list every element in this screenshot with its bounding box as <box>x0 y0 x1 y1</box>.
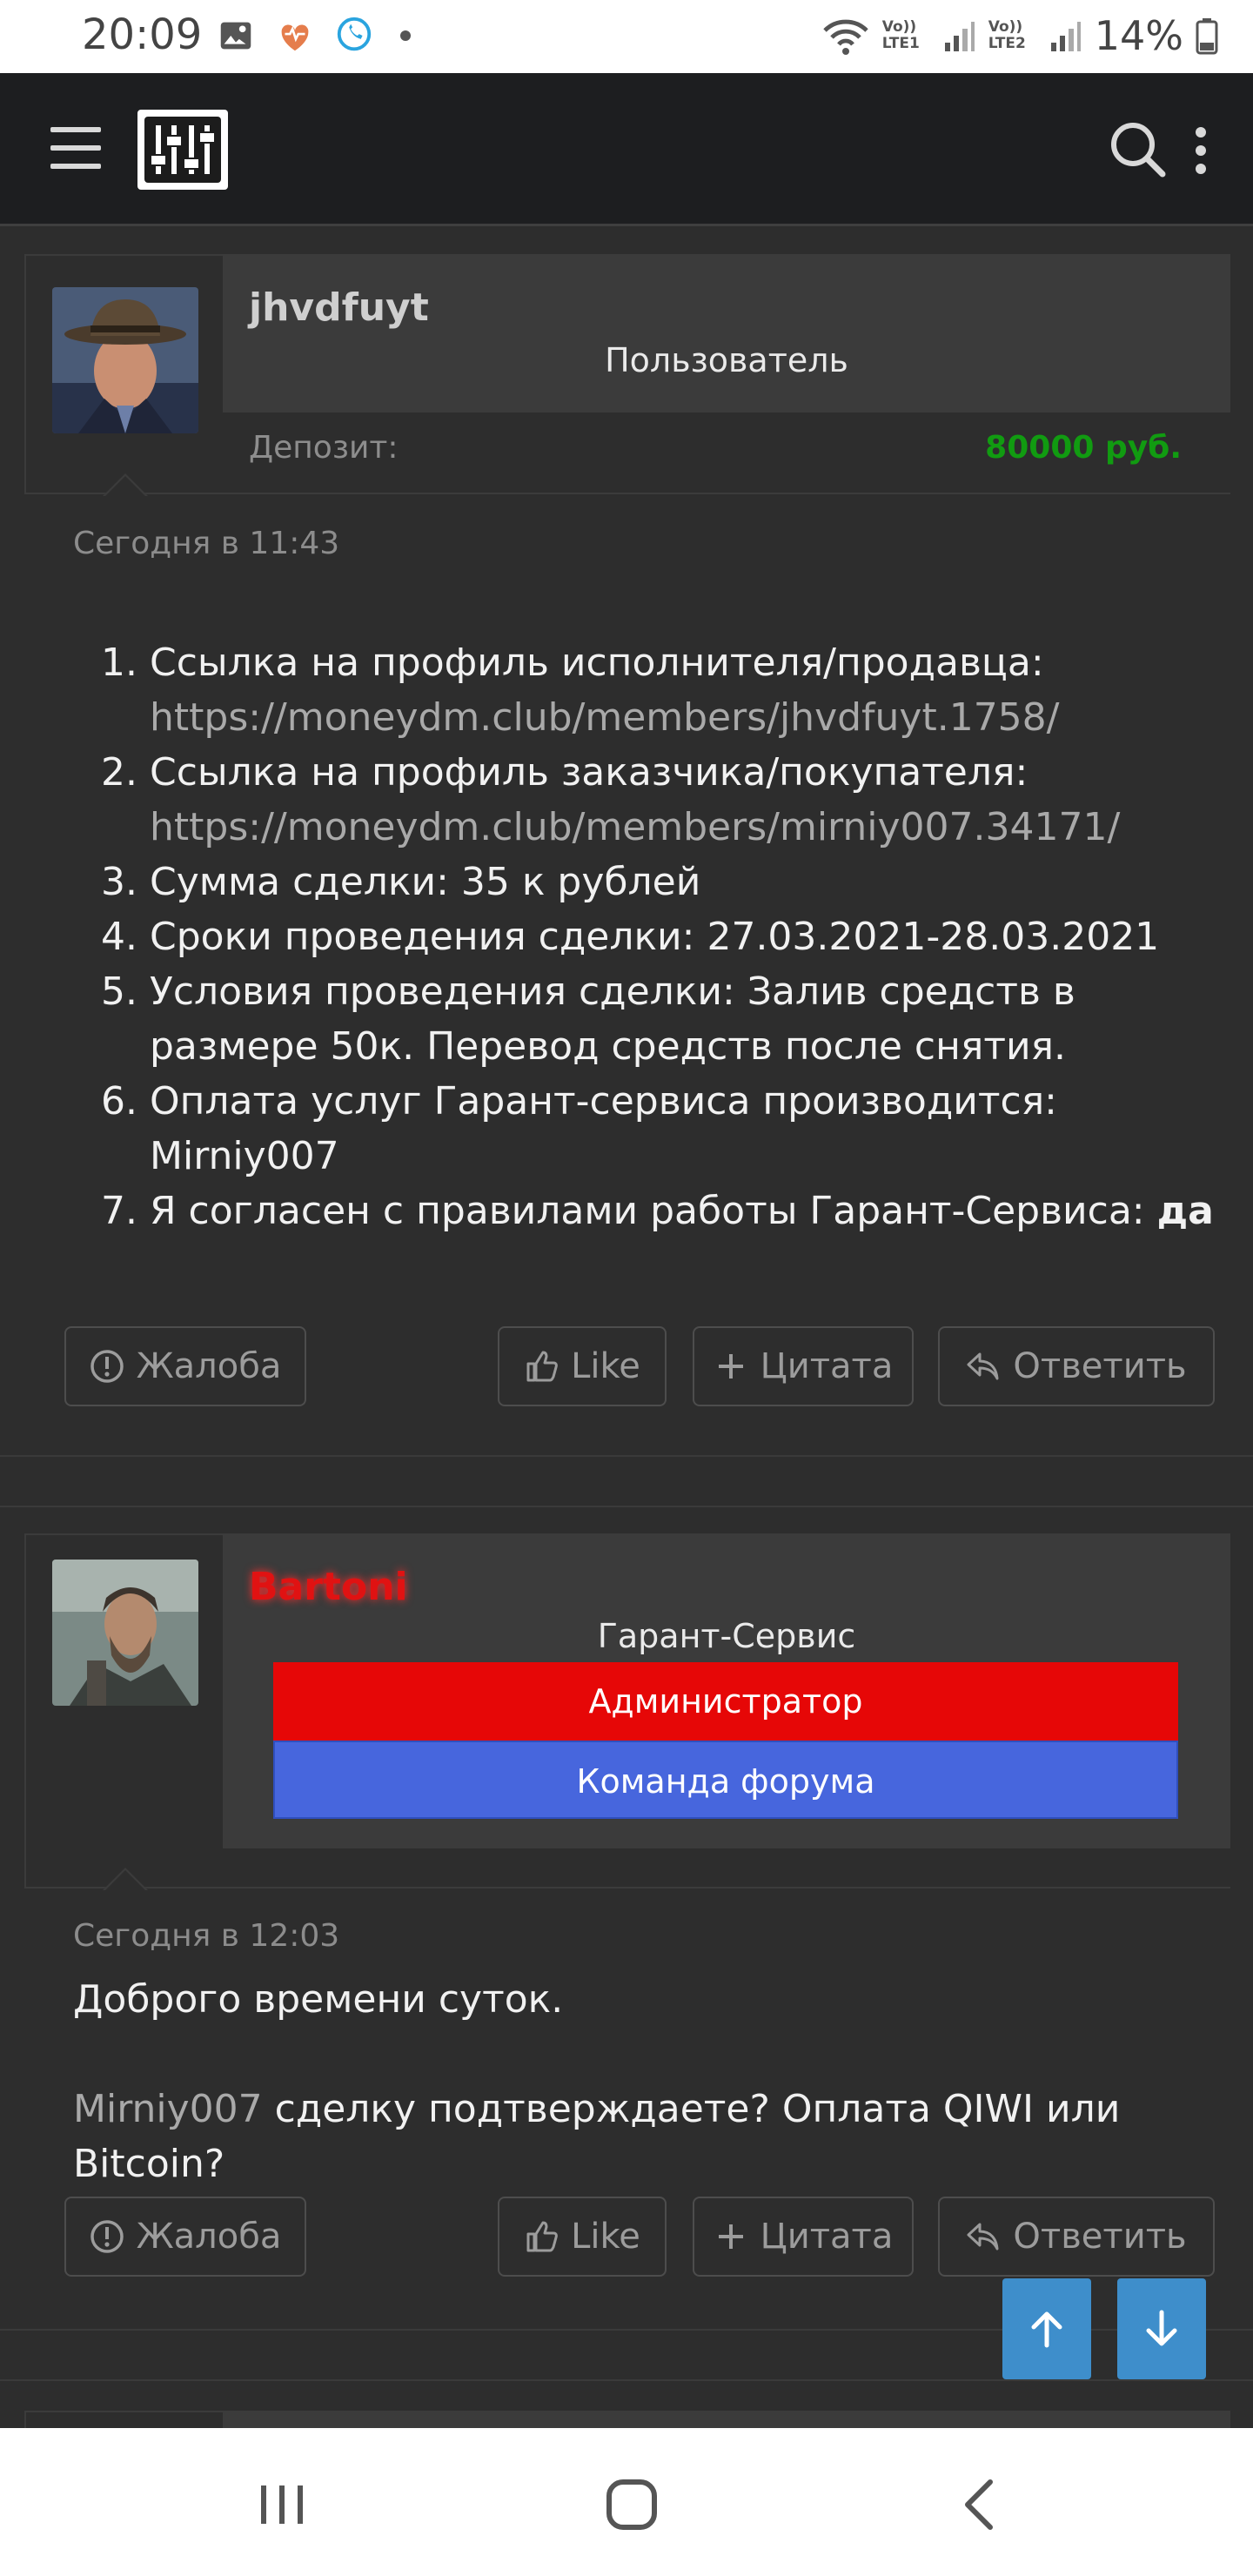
avatar[interactable] <box>52 1560 198 1706</box>
post-actions: Жалоба Like Цитата Ответить <box>0 1326 1253 1406</box>
plus-icon <box>718 1354 743 1379</box>
report-button[interactable]: Жалоба <box>64 2197 306 2277</box>
reply-button[interactable]: Ответить <box>938 2197 1215 2277</box>
user-card: Bartoni Гарант-Сервис Администратор Кома… <box>223 1535 1230 1848</box>
viber-icon <box>337 17 372 51</box>
user-card: jhvdfuyt Пользователь <box>223 256 1230 413</box>
scroll-up-button[interactable] <box>1002 2278 1091 2379</box>
next-post-preview <box>24 2411 1230 2430</box>
mixer-sliders-icon <box>144 117 221 183</box>
sim2-label: Vo)) LTE2 <box>988 18 1026 52</box>
list-item: Я согласен с правилами работы Гарант-Сер… <box>150 1184 1218 1238</box>
avatar[interactable] <box>52 287 198 433</box>
post-user-info: Bartoni Гарант-Сервис Администратор Кома… <box>24 1533 1230 1888</box>
username[interactable]: Bartoni <box>249 1565 408 1609</box>
post-body: Доброго времени суток. Mirniy007 сделку … <box>73 1972 1218 2191</box>
app-header <box>0 73 1253 226</box>
deposit-label: Депозит: <box>249 430 399 466</box>
plus-icon <box>718 2224 743 2249</box>
post-body: Ссылка на профиль исполнителя/продавца:h… <box>73 635 1218 1238</box>
list-item: Ссылка на профиль исполнителя/продавца:h… <box>150 635 1218 745</box>
battery-percent: 14% <box>1094 12 1183 59</box>
reply-button[interactable]: Ответить <box>938 1326 1215 1406</box>
user-title: Пользователь <box>605 341 848 379</box>
quote-button[interactable]: Цитата <box>693 1326 914 1406</box>
vertical-dots-icon[interactable] <box>1189 122 1213 178</box>
profile-link[interactable]: https://moneydm.club/members/jhvdfuyt.17… <box>150 695 1060 740</box>
gallery-icon <box>220 22 251 50</box>
thumbs-up-icon <box>526 1351 558 1382</box>
arrow-down-icon <box>1146 2310 1177 2346</box>
post-actions: Жалоба Like Цитата Ответить <box>0 2197 1253 2277</box>
report-button[interactable]: Жалоба <box>64 1326 306 1406</box>
post-arrow-notch <box>103 1868 148 1891</box>
battery-icon <box>1196 18 1218 55</box>
site-logo[interactable] <box>137 110 228 190</box>
scroll-down-button[interactable] <box>1117 2278 1206 2379</box>
thumbs-up-icon <box>526 2221 558 2252</box>
post-date[interactable]: Сегодня в 12:03 <box>73 1918 339 1954</box>
sim1-label: Vo)) LTE1 <box>881 18 920 52</box>
list-item: Условия проведения сделки: Залив средств… <box>150 964 1218 1074</box>
team-banner: Команда форума <box>273 1741 1178 1819</box>
reply-arrow-icon <box>967 1352 999 1380</box>
recent-apps-icon[interactable] <box>247 2470 317 2539</box>
health-heart-icon <box>281 24 309 51</box>
notification-dot <box>400 30 411 41</box>
system-nav-bar <box>0 2428 1253 2576</box>
post-separator <box>0 1455 1253 1507</box>
user-mention[interactable]: Mirniy007 <box>73 2087 263 2131</box>
list-item: Сроки проведения сделки: 27.03.2021-28.0… <box>150 909 1218 964</box>
post-arrow-notch <box>103 473 148 497</box>
exclamation-circle-icon <box>90 2220 124 2253</box>
post: Bartoni Гарант-Сервис Администратор Кома… <box>0 1507 1253 2325</box>
status-time: 20:09 <box>82 10 203 59</box>
signal-icon <box>1050 22 1081 51</box>
deposit-value: 80000 руб. <box>985 430 1182 466</box>
post: jhvdfuyt Пользователь Депозит: 80000 руб… <box>0 228 1253 1455</box>
home-icon[interactable] <box>597 2470 667 2539</box>
reply-arrow-icon <box>967 2223 999 2251</box>
arrow-up-icon <box>1031 2311 1062 2348</box>
user-title: Гарант-Сервис <box>597 1617 856 1655</box>
search-icon[interactable] <box>1107 118 1168 179</box>
wifi-icon <box>823 19 868 55</box>
post-date[interactable]: Сегодня в 11:43 <box>73 526 339 561</box>
post-text-line: Доброго времени суток. <box>73 1977 564 2022</box>
deal-list: Ссылка на профиль исполнителя/продавца:h… <box>73 635 1218 1238</box>
signal-icon <box>944 22 975 51</box>
hamburger-icon[interactable] <box>50 127 101 169</box>
agreement-answer: да <box>1156 1189 1214 1233</box>
status-bar: 20:09 Vo)) LTE1 Vo)) LTE2 14% <box>0 0 1253 73</box>
quote-button[interactable]: Цитата <box>693 2197 914 2277</box>
like-button[interactable]: Like <box>498 1326 667 1406</box>
post-text-line: Mirniy007 сделку подтверждаете? Оплата Q… <box>73 2087 1121 2186</box>
post-user-info: jhvdfuyt Пользователь Депозит: 80000 руб… <box>24 254 1230 494</box>
back-icon[interactable] <box>947 2470 1016 2539</box>
profile-link[interactable]: https://moneydm.club/members/mirniy007.3… <box>150 805 1120 849</box>
exclamation-circle-icon <box>90 1350 124 1383</box>
list-item: Ссылка на профиль заказчика/покупателя:h… <box>150 745 1218 855</box>
like-button[interactable]: Like <box>498 2197 667 2277</box>
list-item: Сумма сделки: 35 к рублей <box>150 855 1218 909</box>
list-item: Оплата услуг Гарант-сервиса производится… <box>150 1074 1218 1184</box>
username[interactable]: jhvdfuyt <box>249 285 429 330</box>
admin-banner: Администратор <box>273 1662 1178 1741</box>
